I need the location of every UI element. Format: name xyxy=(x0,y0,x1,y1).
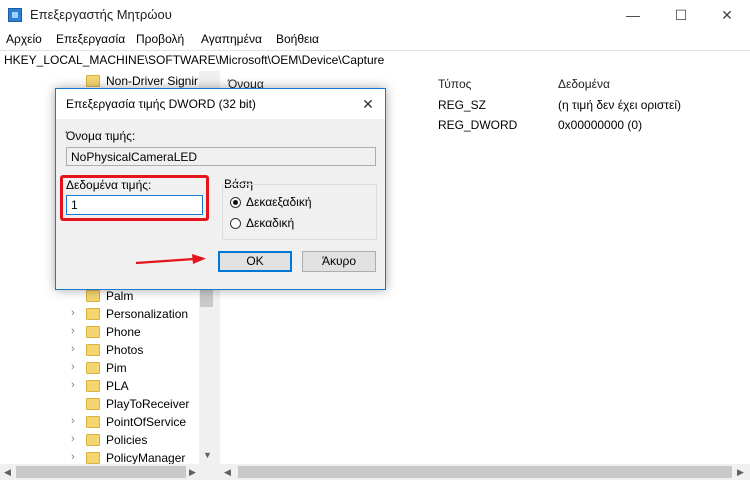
minimize-button[interactable]: — xyxy=(610,0,656,30)
scroll-right-arrow-icon[interactable]: ▶ xyxy=(737,467,744,478)
tree-item-label: Palm xyxy=(106,289,134,303)
menu-file[interactable]: Αρχείο xyxy=(6,32,42,46)
base-group xyxy=(222,184,377,240)
folder-icon xyxy=(86,344,100,356)
scroll-left-arrow-icon[interactable]: ◀ xyxy=(224,467,231,478)
hexadecimal-label[interactable]: Δεκαεξαδική xyxy=(246,195,312,209)
menu-view[interactable]: Προβολή xyxy=(136,32,184,46)
row-1-type[interactable]: REG_SZ xyxy=(438,98,486,112)
scroll-down-arrow-icon[interactable]: ▼ xyxy=(203,450,212,460)
tree-item-policies[interactable]: › Policies xyxy=(0,432,200,450)
close-button[interactable]: ✕ xyxy=(704,0,750,30)
scroll-left-arrow-icon[interactable]: ◀ xyxy=(4,467,11,478)
window-title: Επεξεργαστής Μητρώου xyxy=(30,7,172,22)
dialog-title-bar: Επεξεργασία τιμής DWORD (32 bit) ✕ xyxy=(56,89,385,119)
tree-hscroll-thumb[interactable] xyxy=(16,466,186,478)
address-path[interactable]: HKEY_LOCAL_MACHINE\SOFTWARE\Microsoft\OE… xyxy=(4,53,384,67)
value-name-field: NoPhysicalCameraLED xyxy=(66,147,376,166)
hexadecimal-radio[interactable] xyxy=(230,197,241,208)
tree-item-palm[interactable]: Palm xyxy=(0,288,200,306)
tree-item-playtoreceiver[interactable]: PlayToReceiver xyxy=(0,396,200,414)
tree-item-pim[interactable]: › Pim xyxy=(0,360,200,378)
maximize-button[interactable]: ☐ xyxy=(658,0,704,30)
folder-icon xyxy=(86,75,100,87)
folder-icon xyxy=(86,308,100,320)
tree-item-label: Photos xyxy=(106,343,144,357)
menu-edit[interactable]: Επεξεργασία xyxy=(56,32,125,46)
tree-item-policymanager[interactable]: › PolicyManager xyxy=(0,450,200,464)
chevron-right-icon[interactable]: › xyxy=(71,307,75,319)
row-2-type[interactable]: REG_DWORD xyxy=(438,118,517,132)
tree-item-label: Non-Driver Signir xyxy=(106,74,199,88)
scroll-right-arrow-icon[interactable]: ▶ xyxy=(189,467,196,478)
chevron-right-icon[interactable]: › xyxy=(71,361,75,373)
tree-item-label: PlayToReceiver xyxy=(106,397,190,411)
tree-item-label: Phone xyxy=(106,325,141,339)
column-header-type[interactable]: Τύπος xyxy=(438,77,471,91)
registry-editor-icon xyxy=(8,8,22,22)
tree-item-photos[interactable]: › Photos xyxy=(0,342,200,360)
folder-icon xyxy=(86,452,100,464)
decimal-radio[interactable] xyxy=(230,218,241,229)
tree-item-label: Personalization xyxy=(106,307,189,321)
value-name-label: Όνομα τιμής: xyxy=(66,129,136,143)
red-arrow-icon xyxy=(136,254,206,265)
dialog-close-button[interactable]: ✕ xyxy=(356,93,380,115)
list-hscroll-thumb[interactable] xyxy=(238,466,732,478)
menu-favorites[interactable]: Αγαπημένα xyxy=(201,32,262,46)
menu-help[interactable]: Βοήθεια xyxy=(276,32,319,46)
dialog-title: Επεξεργασία τιμής DWORD (32 bit) xyxy=(66,97,256,111)
folder-icon xyxy=(86,434,100,446)
tree-item-label: PLA xyxy=(106,379,129,393)
menu-bar: Αρχείο Επεξεργασία Προβολή Αγαπημένα Βοή… xyxy=(0,30,750,50)
highlight-box xyxy=(60,175,209,221)
chevron-right-icon[interactable]: › xyxy=(71,379,75,391)
address-bar[interactable]: HKEY_LOCAL_MACHINE\SOFTWARE\Microsoft\OE… xyxy=(0,50,750,72)
folder-icon xyxy=(86,416,100,428)
tree-item-label: PolicyManager xyxy=(106,451,186,464)
folder-icon xyxy=(86,398,100,410)
folder-icon xyxy=(86,290,100,302)
chevron-right-icon[interactable]: › xyxy=(71,451,75,463)
tree-item-personalization[interactable]: › Personalization xyxy=(0,306,200,324)
row-2-data[interactable]: 0x00000000 (0) xyxy=(558,118,642,132)
tree-item-pla[interactable]: › PLA xyxy=(0,378,200,396)
column-header-data[interactable]: Δεδομένα xyxy=(558,77,610,91)
chevron-right-icon[interactable]: › xyxy=(71,433,75,445)
cancel-button[interactable]: Άκυρο xyxy=(302,251,376,272)
ok-button[interactable]: OK xyxy=(218,251,292,272)
tree-item-label: PointOfService xyxy=(106,415,187,429)
decimal-label[interactable]: Δεκαδική xyxy=(246,216,294,230)
tree-item-pointofservice[interactable]: › PointOfService xyxy=(0,414,200,432)
folder-icon xyxy=(86,326,100,338)
chevron-right-icon[interactable]: › xyxy=(71,325,75,337)
tree-item-phone[interactable]: › Phone xyxy=(0,324,200,342)
edit-dword-dialog: Επεξεργασία τιμής DWORD (32 bit) ✕ Όνομα… xyxy=(55,88,386,290)
tree-item-label: Pim xyxy=(106,361,127,375)
chevron-right-icon[interactable]: › xyxy=(71,343,75,355)
folder-icon xyxy=(86,380,100,392)
tree-item-label: Policies xyxy=(106,433,148,447)
chevron-right-icon[interactable]: › xyxy=(71,415,75,427)
folder-icon xyxy=(86,362,100,374)
title-bar: Επεξεργαστής Μητρώου — ☐ ✕ xyxy=(0,0,750,30)
row-1-data[interactable]: (η τιμή δεν έχει οριστεί) xyxy=(558,98,681,112)
